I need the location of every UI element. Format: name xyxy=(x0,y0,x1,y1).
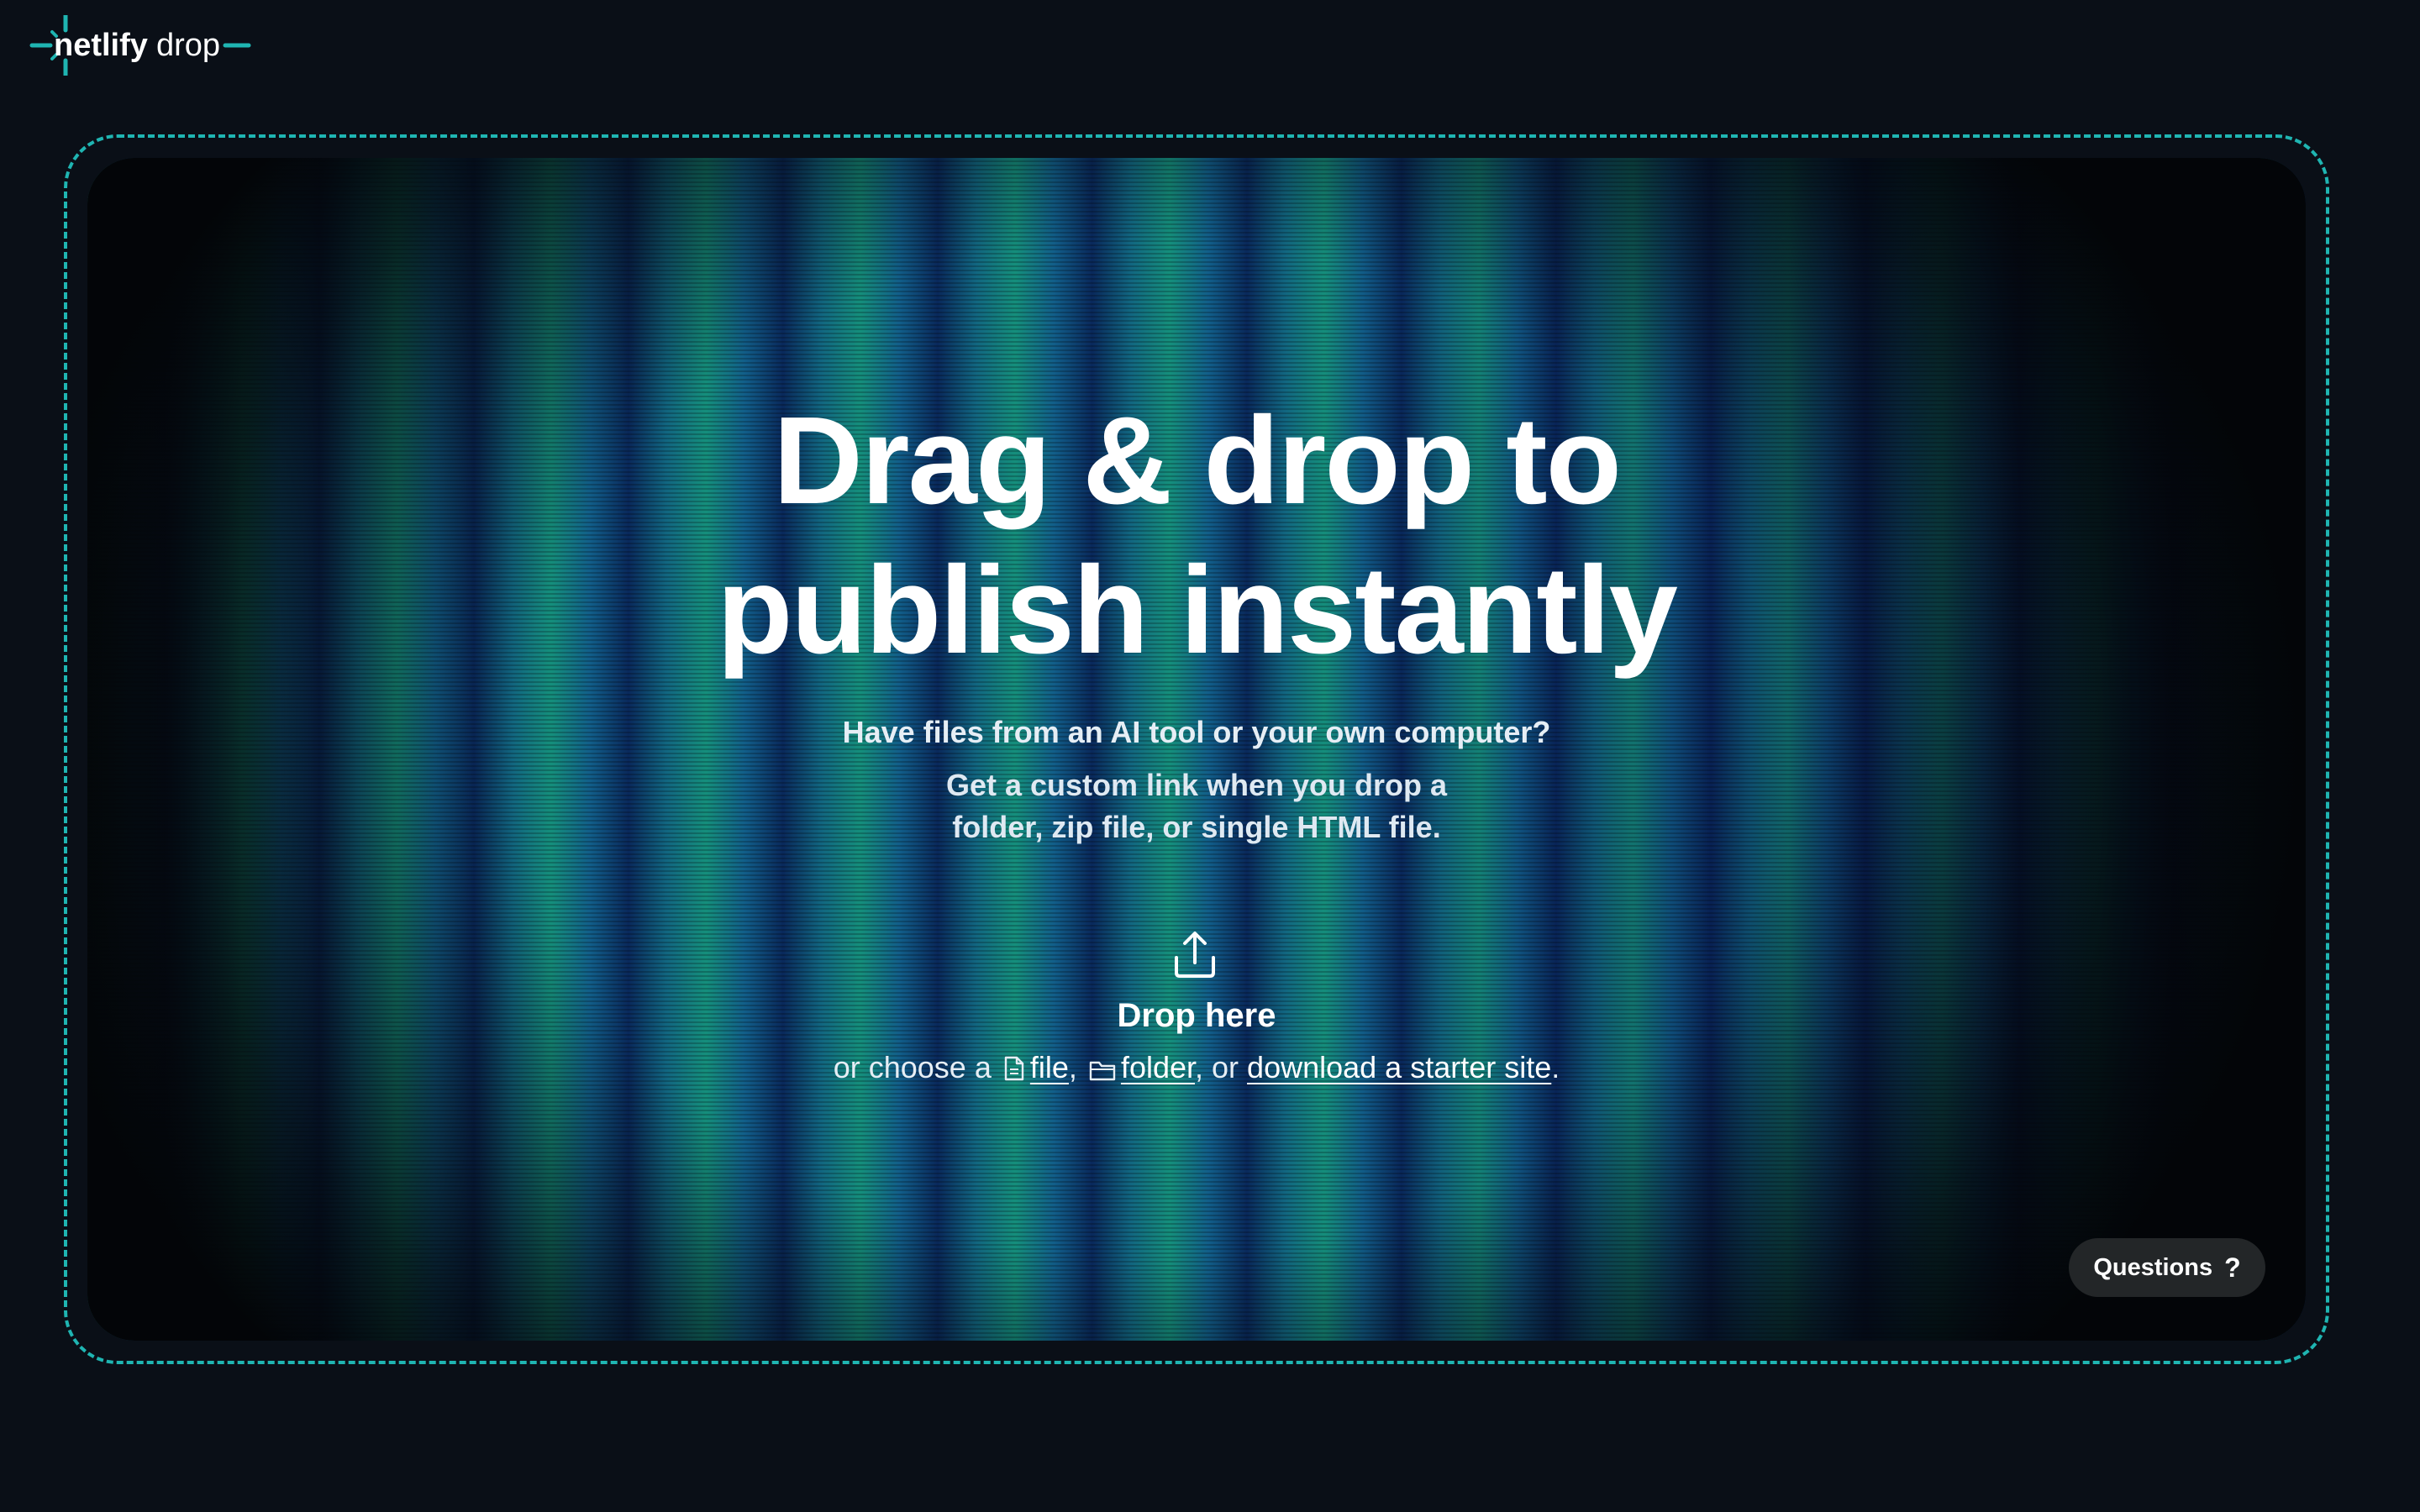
netlify-drop-logo[interactable]: netlify drop xyxy=(29,15,257,76)
folder-icon xyxy=(1089,1061,1116,1081)
logo-drop-text: drop xyxy=(156,28,220,63)
separator-1: , xyxy=(1068,1050,1077,1084)
choose-folder-link[interactable]: folder xyxy=(1121,1050,1195,1084)
description-line-1: Get a custom link when you drop a xyxy=(945,768,1448,802)
choose-file-link[interactable]: file xyxy=(1030,1050,1069,1084)
drop-zone[interactable]: Drag & drop to publish instantly Have fi… xyxy=(87,158,2306,1341)
choose-prefix: or choose a xyxy=(833,1050,992,1084)
choose-suffix: . xyxy=(1551,1050,1560,1084)
download-starter-site-link[interactable]: download a starter site xyxy=(1247,1050,1551,1084)
questions-label: Questions xyxy=(2093,1253,2213,1281)
upload-icon xyxy=(1175,932,1215,978)
separator-2: , or xyxy=(1195,1050,1239,1084)
headline-line-2: publish instantly xyxy=(717,541,1678,680)
description: Get a custom link when you drop a folder… xyxy=(87,764,2306,848)
drop-here-label: Drop here xyxy=(1117,997,1276,1034)
page-title: Drag & drop to publish instantly xyxy=(87,386,2306,685)
logo-mark: netlify drop xyxy=(29,15,251,76)
logo-netlify-text: netlify xyxy=(54,28,148,63)
question-mark-icon: ? xyxy=(2224,1252,2241,1283)
hero-content: Drag & drop to publish instantly Have fi… xyxy=(87,158,2306,1341)
description-line-2: folder, zip file, or single HTML file. xyxy=(952,810,1441,844)
choose-line: or choose a file, folder, or download a … xyxy=(87,1047,2306,1089)
headline-line-1: Drag & drop to xyxy=(773,391,1622,530)
questions-button[interactable]: Questions ? xyxy=(2069,1238,2265,1297)
file-icon xyxy=(1004,1056,1024,1081)
subheading: Have files from an AI tool or your own c… xyxy=(842,715,1551,749)
